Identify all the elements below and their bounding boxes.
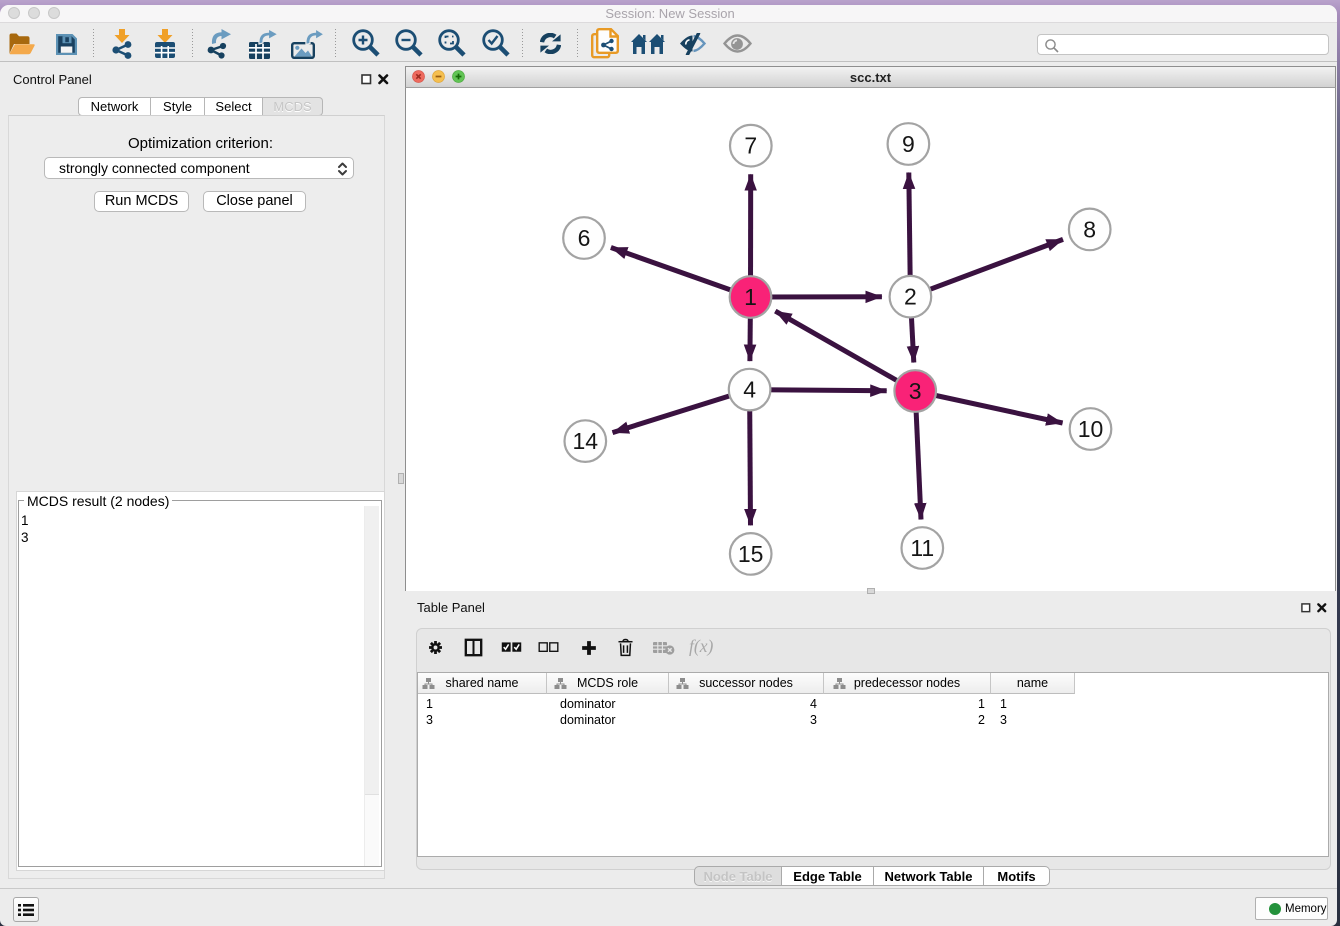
svg-text:11: 11 xyxy=(910,535,934,561)
svg-text:10: 10 xyxy=(1078,416,1104,442)
svg-text:3: 3 xyxy=(909,378,922,404)
svg-text:4: 4 xyxy=(743,377,756,403)
svg-text:1: 1 xyxy=(744,284,757,310)
svg-text:9: 9 xyxy=(902,131,915,157)
svg-text:15: 15 xyxy=(738,541,764,567)
svg-text:7: 7 xyxy=(744,133,757,159)
svg-text:14: 14 xyxy=(573,428,599,454)
svg-text:2: 2 xyxy=(904,284,917,310)
svg-text:8: 8 xyxy=(1083,216,1096,242)
svg-text:6: 6 xyxy=(578,225,591,251)
